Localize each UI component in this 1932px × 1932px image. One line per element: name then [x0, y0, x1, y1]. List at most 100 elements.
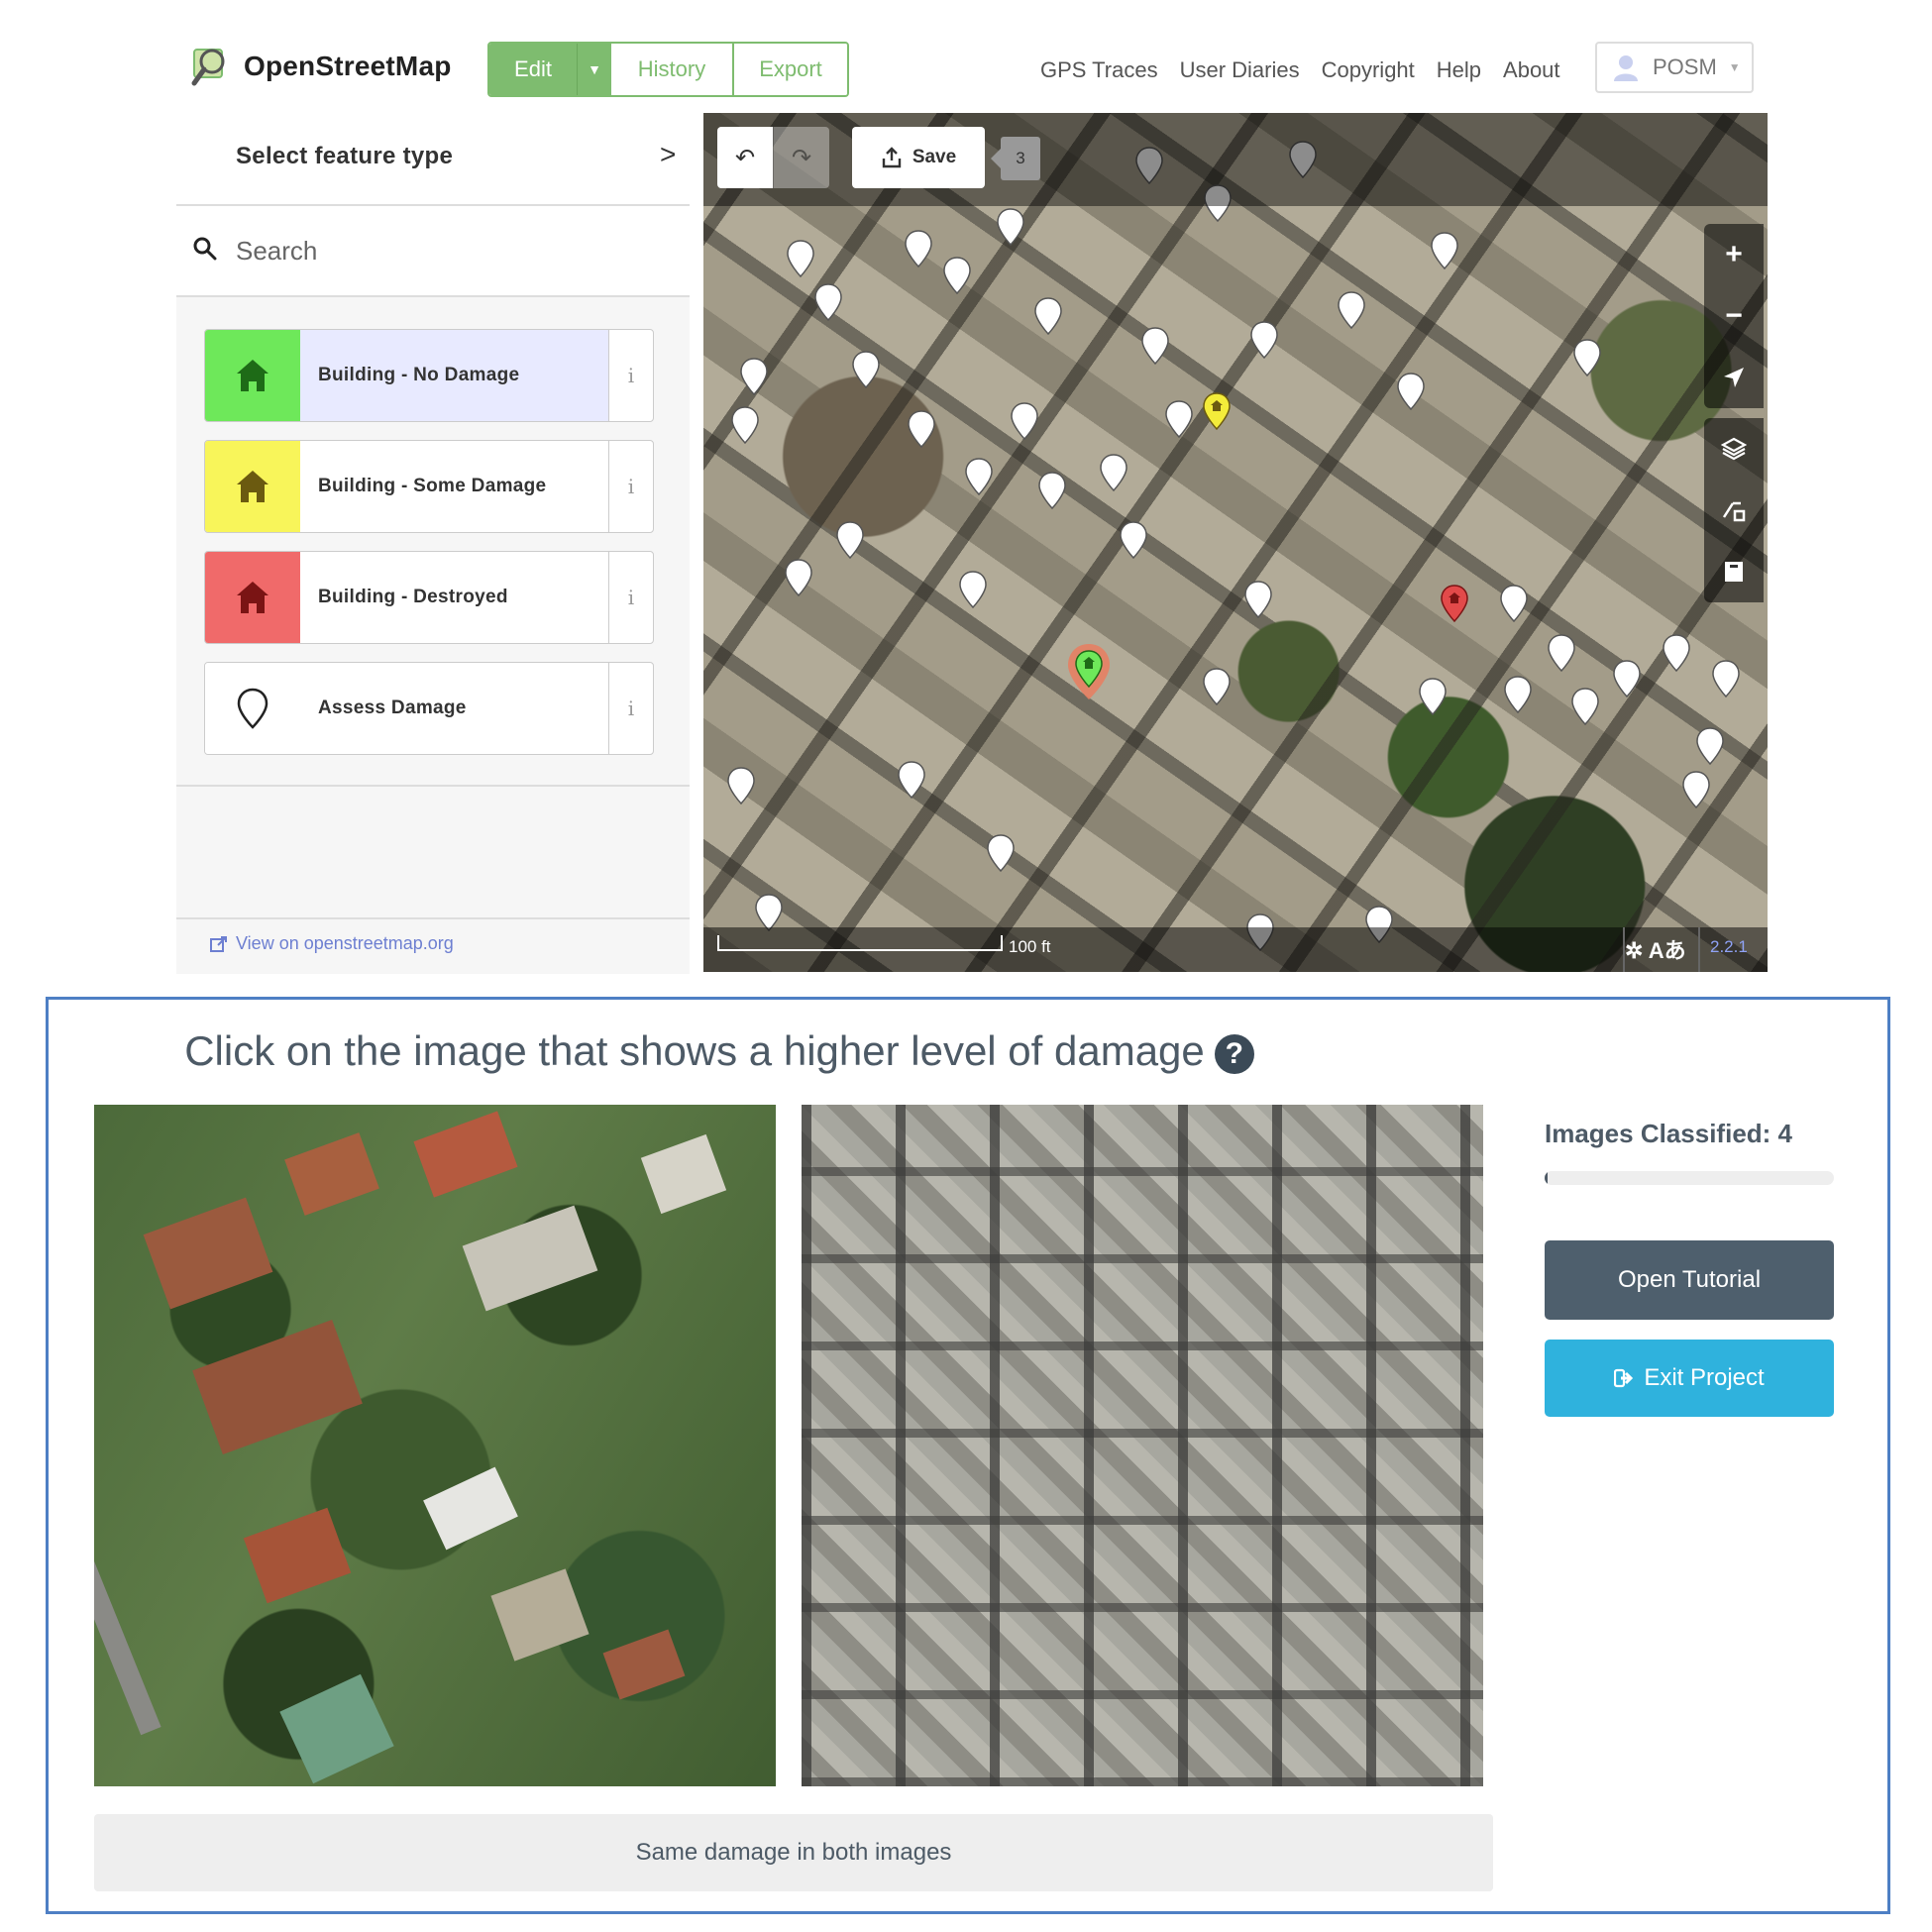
edit-dropdown-caret-icon[interactable]: ▼ [578, 44, 611, 95]
preset-label: Assess Damage [318, 698, 467, 718]
map-pin-icon[interactable] [987, 834, 1015, 872]
history-button[interactable]: History [611, 44, 734, 95]
map-pin-icon[interactable] [787, 240, 814, 277]
nav-user-diaries[interactable]: User Diaries [1180, 57, 1300, 83]
map-pin-icon[interactable] [959, 571, 987, 608]
help-icon[interactable]: ? [1214, 1033, 1254, 1074]
map-data-icon[interactable] [1704, 480, 1764, 541]
edit-button[interactable]: Edit [489, 44, 578, 95]
scale-label: 100 ft [1009, 937, 1051, 956]
map-pin-icon[interactable] [1034, 297, 1062, 335]
map-pin-icon[interactable] [1120, 521, 1147, 559]
preset-building-destroyed[interactable]: Building - Destroyed i [204, 551, 654, 644]
exit-project-button[interactable]: Exit Project [1545, 1340, 1834, 1417]
zoom-in-icon[interactable]: + [1704, 224, 1764, 285]
help-book-icon[interactable] [1704, 541, 1764, 602]
map-pin-icon[interactable] [943, 257, 971, 294]
map-pin-icon[interactable] [908, 410, 935, 448]
preset-building-some-damage[interactable]: Building - Some Damage i [204, 440, 654, 533]
user-avatar-icon [1614, 55, 1638, 81]
selected-no-damage-pin-icon[interactable] [1066, 642, 1112, 701]
map-pin-icon[interactable] [852, 351, 880, 388]
redo-icon[interactable]: ↷ [773, 127, 829, 188]
nav-copyright[interactable]: Copyright [1322, 57, 1415, 83]
map-pin-icon[interactable] [1397, 373, 1425, 410]
export-button[interactable]: Export [734, 44, 847, 95]
preset-assess-damage[interactable]: Assess Damage i [204, 662, 654, 755]
comparison-image-right[interactable] [802, 1105, 1483, 1786]
map-pin-icon[interactable] [1038, 472, 1066, 509]
preset-icon-box [205, 441, 300, 532]
same-damage-button[interactable]: Same damage in both images [94, 1814, 1493, 1891]
user-dropdown-caret-icon: ▼ [1728, 60, 1741, 74]
map-pin-icon[interactable] [905, 230, 932, 268]
preset-building-no-damage[interactable]: Building - No Damage i [204, 329, 654, 422]
preset-list: Building - No Damage i Building - Some D… [204, 329, 654, 773]
version-label[interactable]: 2.2.1 [1710, 937, 1748, 957]
map-pin-icon[interactable] [836, 521, 864, 559]
map-pin-icon[interactable] [1500, 585, 1528, 622]
map-footer: 100 ft ✲ Aあ 2.2.1 [703, 927, 1768, 972]
search-input[interactable]: Search [236, 236, 317, 267]
open-tutorial-button[interactable]: Open Tutorial [1545, 1240, 1834, 1320]
map-pin-icon[interactable] [1203, 668, 1231, 705]
map-pin-icon[interactable] [1431, 232, 1458, 269]
map-pin-icon[interactable] [1338, 291, 1365, 329]
preset-search[interactable]: Search [176, 206, 690, 297]
map-pin-icon[interactable] [731, 406, 759, 444]
map-pin-icon[interactable] [1696, 727, 1724, 765]
map-pin-icon[interactable] [1548, 634, 1575, 672]
map-pin-icon[interactable] [1011, 402, 1038, 440]
map-pin-icon[interactable] [1712, 660, 1740, 698]
chevron-right-icon[interactable]: > [660, 139, 676, 170]
zoom-controls: + − [1704, 224, 1764, 408]
nav-about[interactable]: About [1503, 57, 1560, 83]
info-icon[interactable]: i [608, 441, 653, 532]
map-pin-icon[interactable] [1573, 339, 1601, 376]
sidebar-title: Select feature type [236, 143, 454, 169]
map-pin-icon[interactable] [727, 767, 755, 805]
map-pin-icon[interactable] [1100, 454, 1127, 491]
nav-help[interactable]: Help [1437, 57, 1481, 83]
roof [284, 1132, 379, 1216]
user-menu-button[interactable]: POSM ▼ [1595, 42, 1754, 93]
roof [192, 1320, 363, 1454]
map-pin-icon[interactable] [814, 283, 842, 321]
map-pin-icon[interactable] [997, 208, 1024, 246]
geolocate-icon[interactable] [1704, 347, 1764, 408]
house-icon [237, 360, 268, 391]
map-pin-icon[interactable] [785, 559, 812, 596]
map-pin-icon[interactable] [1663, 634, 1690, 672]
destroyed-pin-icon[interactable] [1441, 585, 1468, 622]
map-pin-icon[interactable] [1244, 581, 1272, 618]
map-pin-icon[interactable] [1571, 688, 1599, 725]
info-icon[interactable]: i [608, 330, 653, 421]
comparison-image-left[interactable] [94, 1105, 776, 1786]
map-pin-icon[interactable] [755, 894, 783, 931]
map-pin-icon[interactable] [965, 458, 993, 495]
map-pin-icon[interactable] [740, 358, 768, 395]
satellite-map[interactable]: ↶ ↷ Save 3 + − 100 ft ✲ Aあ 2.2.1 [703, 113, 1768, 972]
zoom-out-icon[interactable]: − [1704, 285, 1764, 347]
edit-count-badge: 3 [991, 137, 1040, 180]
issues-icon[interactable]: ✲ Aあ [1625, 933, 1686, 965]
map-pin-icon[interactable] [1141, 327, 1169, 365]
map-pin-icon[interactable] [1504, 676, 1532, 713]
layers-icon[interactable] [1704, 418, 1764, 480]
undo-icon[interactable]: ↶ [717, 127, 773, 188]
some-damage-pin-icon[interactable] [1203, 392, 1231, 430]
save-label: Save [912, 147, 957, 167]
map-pin-icon[interactable] [1419, 678, 1447, 715]
map-pin-icon[interactable] [1682, 771, 1710, 808]
info-icon[interactable]: i [608, 552, 653, 643]
nav-gps-traces[interactable]: GPS Traces [1040, 57, 1158, 83]
info-icon[interactable]: i [608, 663, 653, 754]
map-pin-icon[interactable] [1613, 660, 1641, 698]
map-pin-icon[interactable] [898, 761, 925, 799]
map-pin-icon[interactable] [1250, 321, 1278, 359]
osm-editor: OpenStreetMap Edit ▼ History Export GPS … [176, 28, 1768, 974]
osm-logo[interactable]: OpenStreetMap [190, 46, 452, 87]
save-button[interactable]: Save [852, 127, 985, 188]
map-pin-icon[interactable] [1165, 400, 1193, 438]
view-on-osm-link[interactable]: View on openstreetmap.org [210, 933, 454, 954]
